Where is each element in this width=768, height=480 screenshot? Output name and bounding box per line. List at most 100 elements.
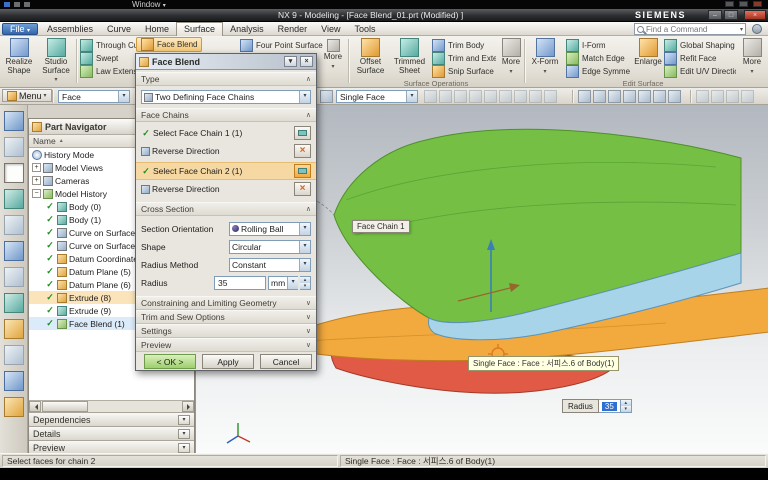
more-edit-surface-button[interactable]: More ▾ [738,38,766,75]
radius-method-combo[interactable]: Constant ▾ [229,257,311,272]
constraining-section-header[interactable]: Constraining and Limiting Geometry ∨ [136,296,316,310]
checkmark-icon[interactable]: ✓ [45,279,55,290]
trimmed-sheet-button[interactable]: Trimmed Sheet [391,38,428,75]
close-button[interactable]: × [744,10,766,20]
offset-surface-button[interactable]: Offset Surface [352,38,389,75]
minimize-button[interactable]: – [708,10,722,20]
menu-analysis[interactable]: Analysis [223,23,271,36]
enlarge-button[interactable]: Enlarge [632,38,664,67]
view-tool-icon[interactable] [653,90,666,103]
part-navigator-tab[interactable] [4,163,24,183]
details-panel[interactable]: Details ▾ [29,426,194,440]
preview-panel[interactable]: Preview ▾ [29,440,194,454]
global-shaping-button[interactable]: Global Shaping [664,39,736,52]
x-form-button[interactable]: X-Form ▾ [528,38,562,75]
scrollbar-thumb[interactable] [42,401,88,412]
dialog-reset-icon[interactable] [139,56,149,67]
checkmark-icon[interactable]: ✓ [45,305,55,316]
menu-assemblies[interactable]: Assemblies [40,23,100,36]
toolbar-icon[interactable] [24,2,30,7]
menu-render[interactable]: Render [271,23,315,36]
restore-icon[interactable] [739,1,748,7]
system-visualization-tab[interactable] [4,371,24,391]
edit-uv-direction-button[interactable]: Edit U/V Direction [664,65,736,78]
view-tool-icon[interactable] [668,90,681,103]
find-command-input[interactable] [644,24,740,34]
hd3d-tools-tab[interactable] [4,215,24,235]
chevron-down-icon[interactable]: ▾ [299,240,310,253]
display-tool-icon[interactable] [726,90,739,103]
dialog-close-icon[interactable]: × [300,56,313,67]
touch-mode-tab[interactable] [4,397,24,417]
snap-point-icon[interactable] [439,90,452,103]
find-command-box[interactable]: ▾ [634,23,746,35]
web-browser-tab[interactable] [4,241,24,261]
view-tool-icon[interactable] [578,90,591,103]
dialog-title-bar[interactable]: Face Blend ▾ × [136,54,316,70]
type-filter-combo[interactable]: Face ▾ [58,90,130,103]
select-face-chain-1-row[interactable]: ✓ Select Face Chain 1 (1) [136,124,316,142]
chevron-down-icon[interactable]: ▾ [118,91,129,102]
radius-widget-spinner[interactable]: ▴ ▾ [620,399,632,413]
selection-toolbar-icon[interactable] [320,90,333,103]
checkmark-icon[interactable]: ✓ [45,240,55,251]
snap-point-icon[interactable] [529,90,542,103]
snap-point-icon[interactable] [514,90,527,103]
dialog-options-icon[interactable]: ▾ [284,56,297,67]
face-chain-1-tag[interactable]: Face Chain 1 [352,220,410,233]
checkmark-icon[interactable]: ✓ [45,318,55,329]
checkmark-icon[interactable]: ✓ [45,292,55,303]
constraint-navigator-tab[interactable] [4,137,24,157]
chevron-down-icon[interactable]: ▾ [178,414,190,425]
history-tab[interactable] [4,267,24,287]
chevron-down-icon[interactable]: ▾ [178,428,190,439]
reverse-direction-2-button[interactable]: × [294,182,311,196]
chevron-down-icon[interactable]: ▾ [299,91,310,103]
realize-shape-button[interactable]: Realize Shape [1,38,37,75]
manufacturing-wizard-tab[interactable] [4,319,24,339]
select-face-chain-1-button[interactable] [294,126,311,140]
snap-point-icon[interactable] [454,90,467,103]
radius-input[interactable]: 35 [214,275,266,290]
assembly-navigator-tab[interactable] [4,111,24,131]
display-tool-icon[interactable] [741,90,754,103]
face-blend-button[interactable]: Face Blend [136,37,203,52]
view-tool-icon[interactable] [608,90,621,103]
chevron-down-icon[interactable]: ▾ [299,258,310,271]
menu-curve[interactable]: Curve [100,23,138,36]
face-chains-section-header[interactable]: Face Chains ∧ [136,108,316,122]
view-tool-icon[interactable] [623,90,636,103]
refit-face-button[interactable]: Refit Face [664,52,736,65]
display-tool-icon[interactable] [696,90,709,103]
reuse-library-tab[interactable] [4,189,24,209]
menu-surface[interactable]: Surface [176,22,224,36]
collapse-icon[interactable]: − [32,189,41,198]
menu-tools[interactable]: Tools [347,23,382,36]
scroll-right-icon[interactable] [182,401,194,412]
snip-surface-button[interactable]: Snip Surface [432,65,496,78]
type-combo[interactable]: Two Defining Face Chains ▾ [141,90,311,104]
reverse-direction-1-button[interactable]: × [294,144,311,158]
checkmark-icon[interactable]: ✓ [45,253,55,264]
expand-icon[interactable]: + [32,176,41,185]
snap-point-icon[interactable] [424,90,437,103]
i-form-button[interactable]: I-Form [566,39,630,52]
display-tool-icon[interactable] [711,90,724,103]
more-gallery-button[interactable]: More ▾ [320,39,346,70]
checkmark-icon[interactable]: ✓ [45,227,55,238]
chevron-down-icon[interactable]: ▾ [740,26,745,33]
edge-symmetry-button[interactable]: Edge Symmetry [566,65,630,78]
file-menu[interactable]: File ▾ [2,23,39,35]
view-tool-icon[interactable] [593,90,606,103]
scroll-left-icon[interactable] [29,401,41,412]
studio-surface-button[interactable]: Studio Surface ▾ [38,38,74,83]
shape-combo[interactable]: Circular ▾ [229,239,311,254]
menu-home[interactable]: Home [138,23,176,36]
dependencies-panel[interactable]: Dependencies ▾ [29,412,194,426]
snap-point-icon[interactable] [484,90,497,103]
select-face-chain-2-row[interactable]: ✓ Select Face Chain 2 (1) [136,162,316,180]
cross-section-header[interactable]: Cross Section ∧ [136,202,316,216]
menu-view[interactable]: View [314,23,347,36]
radius-unit-combo[interactable]: mm ▾ [268,275,299,290]
minimize-icon[interactable] [725,1,734,7]
